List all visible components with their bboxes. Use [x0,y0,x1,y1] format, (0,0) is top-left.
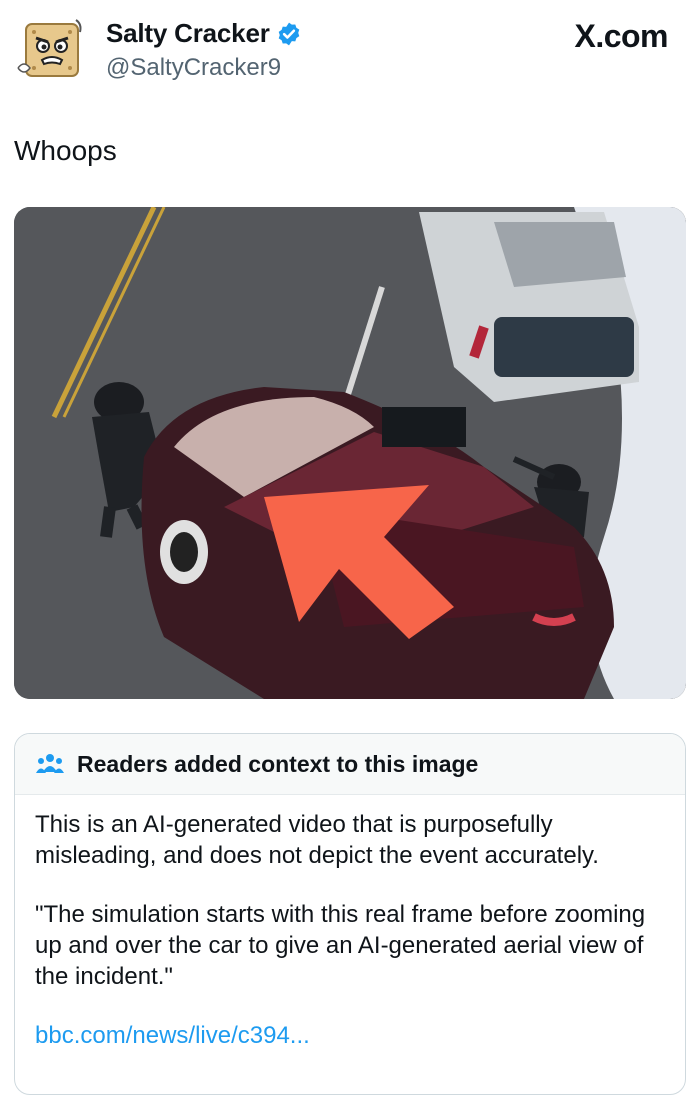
people-group-icon [36,754,64,773]
x-brand-label: X.com [574,18,668,54]
community-note-body: This is an AI-generated video that is pu… [15,795,685,1051]
aerial-scene-illustration [14,207,686,699]
author-display-name[interactable]: Salty Cracker [106,18,270,49]
community-note-header[interactable]: Readers added context to this image [15,734,685,795]
author-avatar[interactable] [12,14,92,94]
verified-badge-icon [278,22,299,45]
author-handle[interactable]: @SaltyCracker9 [106,54,281,82]
community-note-paragraph-2: "The simulation starts with this real fr… [35,901,646,990]
community-note-source-link[interactable]: bbc.com/news/live/c394... [35,1020,665,1051]
tweet-text: Whoops [14,135,117,166]
tweet-media-image[interactable] [14,207,686,699]
community-note-title: Readers added context to this image [77,750,479,777]
community-note-paragraph-1: This is an AI-generated video that is pu… [35,811,599,869]
cracker-mascot-icon [17,19,82,77]
tweet-header: Salty Cracker @SaltyCracker9 X.com [0,0,700,110]
community-note: Readers added context to this image This… [14,733,686,1095]
